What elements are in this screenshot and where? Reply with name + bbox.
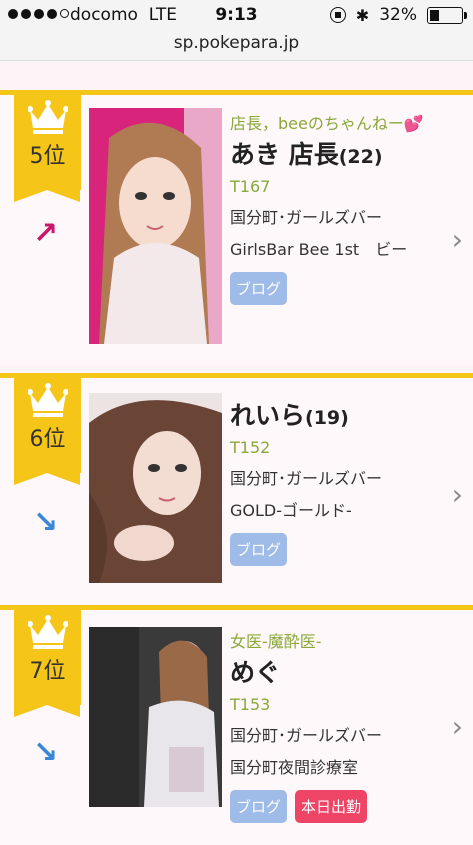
battery-percent: 32% — [379, 5, 417, 25]
age: (19) — [305, 407, 349, 429]
bluetooth-icon: ✱ — [355, 5, 370, 25]
shop-name: GirlsBar Bee 1st ビー — [230, 240, 408, 259]
height: T167 — [230, 177, 271, 196]
area-category: 国分町･ガールズバー — [230, 726, 383, 745]
battery-icon — [427, 6, 467, 24]
ranking-card[interactable]: 5位 ↗ 店長，beeのちゃんねー💕 あき 店長(22) T167 国分町･ガー… — [0, 90, 473, 365]
address-bar[interactable]: sp.pokepara.jp — [0, 30, 473, 61]
blog-button[interactable]: ブログ — [230, 533, 288, 566]
rank-badge: 6位 — [14, 373, 81, 485]
rank-badge: 7位 — [14, 605, 81, 717]
ranking-card[interactable]: 6位 ↘ れいら(19) T152 国分町･ガールズバー GOLD-ゴールド- … — [0, 373, 473, 610]
blog-button[interactable]: ブログ — [230, 272, 288, 305]
profile-name[interactable]: あき 店長(22) — [230, 135, 433, 171]
shop-name: 国分町夜間診療室 — [230, 758, 359, 777]
chevron-right-icon[interactable]: › — [452, 710, 463, 743]
working-today-badge: 本日出勤 — [295, 790, 368, 823]
crown-icon — [28, 615, 68, 649]
profile-name[interactable]: れいら(19) — [230, 396, 433, 432]
rotation-lock-icon — [329, 7, 346, 23]
blog-button[interactable]: ブログ — [230, 790, 288, 823]
chevron-right-icon[interactable]: › — [452, 223, 463, 256]
trend-down-icon: ↘ — [33, 505, 59, 540]
rank-number: 5位 — [29, 144, 66, 169]
rank-number: 6位 — [29, 427, 66, 452]
profile-photo[interactable] — [89, 627, 222, 807]
profile-photo[interactable] — [89, 108, 222, 344]
area-category: 国分町･ガールズバー — [230, 469, 383, 488]
height: T153 — [230, 695, 271, 714]
profile-photo[interactable] — [89, 393, 222, 583]
height: T152 — [230, 438, 271, 457]
age: (22) — [338, 146, 383, 168]
trend-down-icon: ↘ — [33, 735, 59, 770]
chevron-right-icon[interactable]: › — [452, 478, 463, 511]
area-category: 国分町･ガールズバー — [230, 208, 383, 227]
rank-number: 7位 — [29, 659, 66, 684]
ranking-card[interactable]: 7位 ↘ 女医-魔酔医- めぐ T153 国分町･ガールズバー 国分町夜間診療室… — [0, 605, 473, 845]
rank-badge: 5位 — [14, 90, 81, 202]
status-bar: docomo LTE 9:13 ✱ 32% — [0, 0, 473, 30]
url-text: sp.pokepara.jp — [173, 33, 300, 53]
crown-icon — [28, 100, 68, 134]
profile-name[interactable]: めぐ — [230, 653, 433, 689]
trend-up-icon: ↗ — [33, 216, 59, 251]
shop-name: GOLD-ゴールド- — [230, 501, 352, 520]
crown-icon — [28, 383, 68, 417]
tagline: 店長，beeのちゃんねー💕 — [230, 114, 424, 133]
tagline: 女医-魔酔医- — [230, 632, 322, 651]
